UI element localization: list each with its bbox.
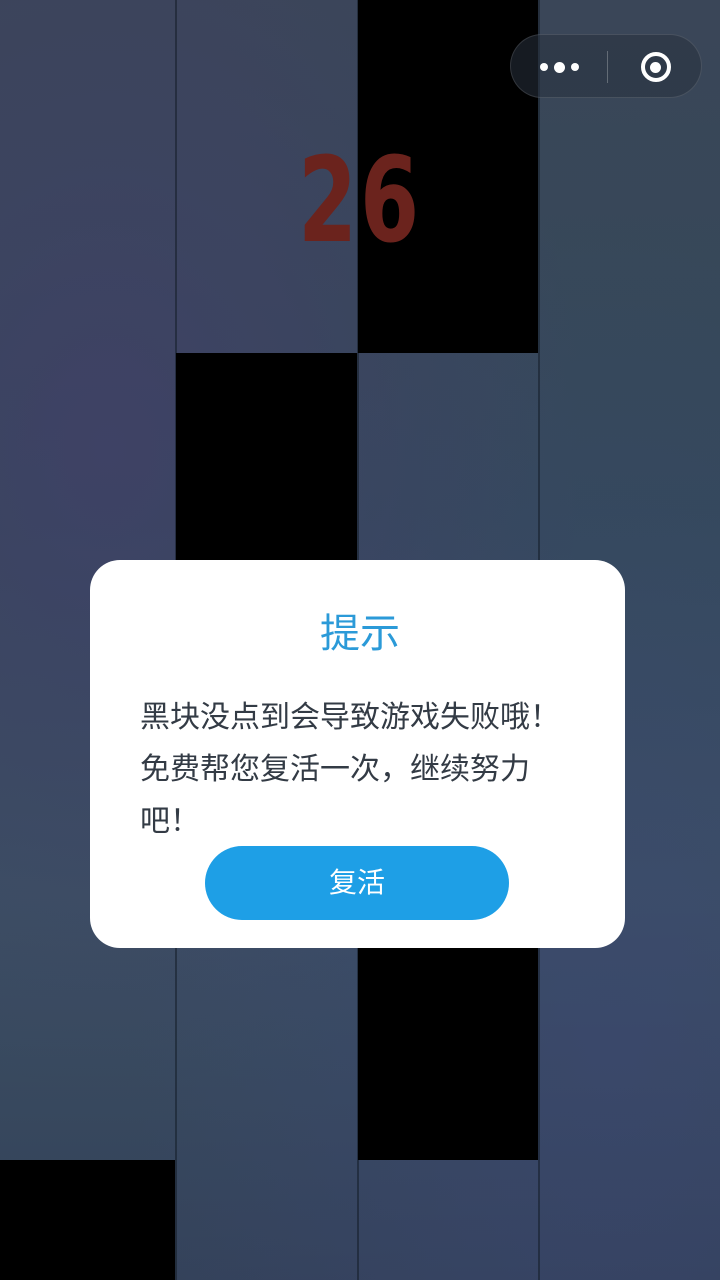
more-dots-icon[interactable]	[511, 35, 607, 99]
revive-button[interactable]: 复活	[205, 846, 509, 920]
score-counter: 26	[298, 131, 422, 269]
mini-program-capsule	[510, 34, 702, 98]
dialog-message: 黑块没点到会导致游戏失败哦！免费帮您复活一次，继续努力吧！	[140, 700, 560, 839]
game-board: 26 提示 黑块没点到会导致游戏失败哦！免费帮您复活一次，继续努力吧！ 复活	[0, 0, 720, 1280]
dialog-title: 提示	[320, 611, 400, 657]
target-circle-icon[interactable]	[608, 35, 703, 99]
black-tile[interactable]	[0, 1160, 175, 1280]
